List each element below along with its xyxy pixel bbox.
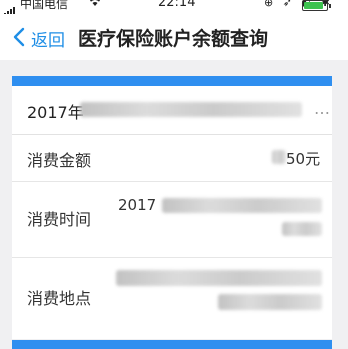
redacted-text [162,198,322,213]
clock-time: 22:14 [158,0,196,10]
carrier-name: 中国电信 [20,0,69,11]
navigation-bar: 返回 医疗保险账户余额查询 [0,14,348,60]
record-header-row[interactable]: 2017年 … [12,86,332,135]
redacted-text [116,270,322,286]
more-ellipsis: … [314,99,330,118]
time-value: 2017 [118,196,157,214]
transaction-card: 2017年 … 消费金额 50元 消费时间 2017 消费地点 [12,76,332,339]
time-label: 消费时间 [27,210,92,229]
place-row: 消费地点 [12,258,332,328]
amount-row: 消费金额 50元 [12,135,332,182]
chevron-left-icon[interactable] [10,26,30,48]
back-button[interactable]: 返回 [31,26,65,51]
battery-fill [304,2,323,9]
wifi-icon [88,0,102,10]
time-row: 消费时间 2017 [12,182,332,258]
amount-label: 消费金额 [27,151,92,170]
amount-value: 50元 [286,150,321,168]
next-card-header-bar [12,340,332,349]
record-date: 2017年 [27,103,84,122]
status-bar: 中国电信 22:14 ⊕ ➶ ◐ ✱ [0,0,348,17]
redacted-text [272,150,286,164]
redacted-text [282,222,322,236]
page-title: 医疗保险账户余额查询 [78,28,269,50]
redacted-text [218,294,322,310]
card-header-bar [12,76,332,86]
place-label: 消费地点 [27,289,92,308]
redacted-text [80,102,302,117]
battery-icon [302,0,331,11]
